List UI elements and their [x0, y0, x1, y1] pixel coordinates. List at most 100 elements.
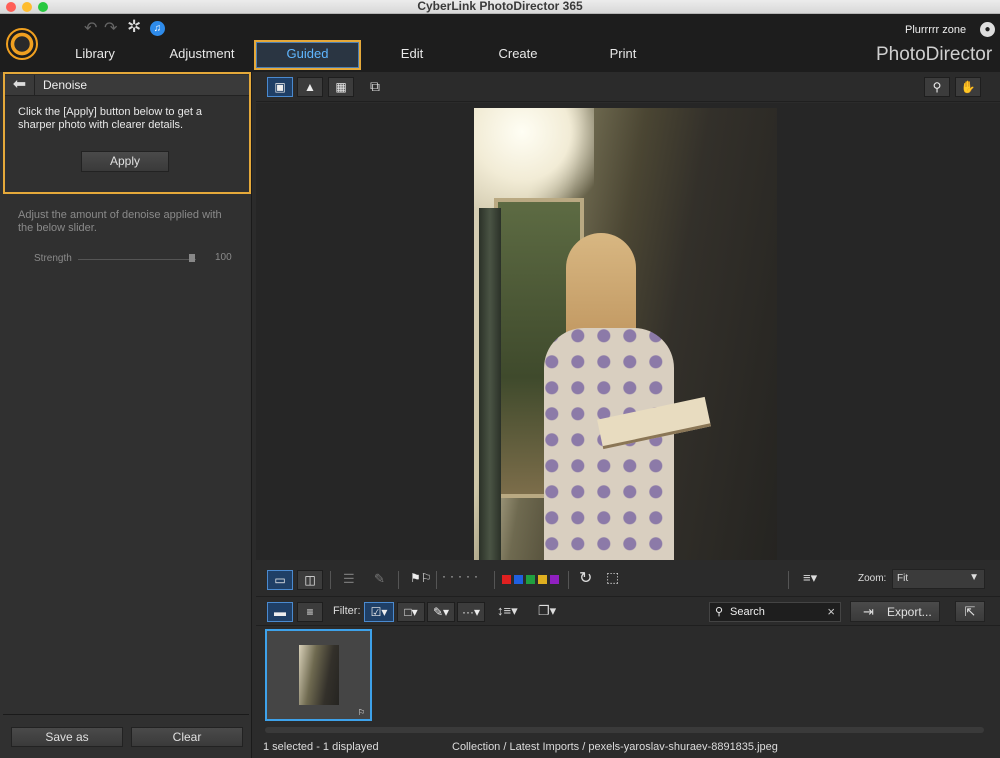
strength-slider-handle[interactable]: [189, 254, 195, 262]
clear-search-icon[interactable]: ×: [827, 604, 835, 619]
image-toolbar: ▭ ◫ ☰ ✎ ⚑⚐ ····· ↻ ⬚ ≡▾ Zoom: Fit ▼: [256, 566, 1000, 594]
filter-label: Filter:: [333, 605, 361, 617]
crop-info-icon[interactable]: ⬚: [606, 569, 619, 586]
app-logo[interactable]: [6, 28, 38, 60]
filmstrip-icon: ▬: [274, 605, 286, 619]
single-view-button[interactable]: ▣: [267, 77, 293, 97]
toolbar-separator: [568, 571, 569, 589]
tab-adjustment[interactable]: Adjustment: [160, 40, 244, 68]
top-bar: ↶ ↷ ✲ ♫ Library Adjustment Guided Edit C…: [0, 14, 1000, 72]
strength-slider-track[interactable]: [78, 259, 196, 260]
search-icon: ⚲: [715, 606, 724, 618]
thumbnail-selected[interactable]: ⚐: [265, 629, 372, 721]
window-title: CyberLink PhotoDirector 365: [417, 0, 583, 13]
filmstrip-scrollbar[interactable]: [265, 727, 984, 733]
toolbar-separator: [788, 571, 789, 589]
flag-icon[interactable]: ⚑⚐: [410, 571, 432, 585]
curtain: [479, 208, 501, 560]
apply-button[interactable]: Apply: [81, 151, 169, 172]
color-label-yellow[interactable]: [538, 575, 547, 584]
tab-print[interactable]: Print: [598, 40, 648, 68]
brand-wordmark: PhotoDirector: [876, 44, 993, 65]
main-photo[interactable]: [474, 108, 777, 560]
pan-hand-button[interactable]: ✋: [955, 77, 981, 97]
zoom-label: Zoom:: [858, 573, 887, 584]
square-icon: □▾: [404, 605, 418, 619]
sort-order-icon[interactable]: ↕≡▾: [497, 603, 518, 619]
search-input[interactable]: ⚲ Search ×: [709, 602, 841, 622]
search-icon: ⚲: [932, 80, 942, 94]
color-label-blue[interactable]: [514, 575, 523, 584]
save-as-button[interactable]: Save as: [11, 727, 123, 747]
second-display-icon[interactable]: ⧉: [370, 78, 380, 95]
account-icon[interactable]: ●: [980, 22, 995, 37]
tab-guided[interactable]: Guided: [254, 40, 361, 70]
color-label-purple[interactable]: [550, 575, 559, 584]
status-bar: 1 selected - 1 displayed Collection / La…: [256, 738, 1000, 758]
filter-rating-button[interactable]: ···▾: [457, 602, 485, 622]
panel-instructions: Click the [Apply] button below to get a …: [18, 106, 203, 131]
filmstrip: ⚐: [256, 627, 1000, 737]
notification-bell-icon[interactable]: ♫: [150, 21, 165, 36]
hand-icon: ✋: [960, 80, 976, 94]
filter-edited-button[interactable]: ✎▾: [427, 602, 455, 622]
strength-label: Strength: [34, 253, 72, 264]
dual-layout-button[interactable]: ◫: [297, 570, 323, 590]
clear-button[interactable]: Clear: [131, 727, 243, 747]
magnifier-button[interactable]: ⚲: [924, 77, 950, 97]
back-arrow-icon[interactable]: ⬅: [5, 75, 35, 96]
toolbar-separator: [398, 571, 399, 589]
color-label-green[interactable]: [526, 575, 535, 584]
thumbnail-flag-icon: ⚐: [357, 708, 365, 717]
image-icon: ▲: [304, 80, 316, 94]
list-icon: ≡: [306, 605, 314, 619]
single-image-icon: ▣: [274, 80, 286, 94]
sort-icon[interactable]: ≡▾: [803, 570, 817, 586]
star-rating[interactable]: ·····: [442, 569, 482, 583]
toolbar-separator: [330, 571, 331, 589]
dual-layout-icon: ◫: [304, 573, 316, 587]
pencil-icon: ✎▾: [432, 605, 450, 619]
selection-status: 1 selected - 1 displayed: [263, 741, 379, 753]
rotate-icon[interactable]: ↻: [579, 568, 592, 588]
filmstrip-view-button[interactable]: ▬: [267, 602, 293, 622]
bottom-bar: [3, 714, 249, 715]
tab-edit[interactable]: Edit: [385, 40, 439, 68]
zoom-select[interactable]: Fit ▼: [892, 569, 985, 589]
title-bar: CyberLink PhotoDirector 365: [0, 0, 1000, 14]
tab-guided-label: Guided: [256, 42, 359, 68]
tab-library[interactable]: Library: [60, 40, 130, 68]
export-icon: ⇥: [863, 604, 874, 619]
panel-description: Adjust the amount of denoise applied wit…: [18, 209, 222, 234]
stack-layers-icon[interactable]: ❐▾: [538, 603, 556, 619]
view-toolbar: ▣ ▲ ▦ ⧉ ⚲ ✋: [256, 72, 1000, 102]
toolbar-separator: [436, 571, 437, 589]
more-icon: ···▾: [461, 605, 480, 619]
undo-icon[interactable]: ↶: [84, 18, 97, 38]
chevron-down-icon: ▼: [969, 572, 979, 583]
filter-unchecked-button[interactable]: □▾: [397, 602, 425, 622]
toolbar-separator: [494, 571, 495, 589]
color-label-red[interactable]: [502, 575, 511, 584]
list-view-button[interactable]: ≡: [297, 602, 323, 622]
grid-view-button[interactable]: ▦: [328, 77, 354, 97]
guided-left-panel: ⬅ Denoise Click the [Apply] button below…: [0, 72, 252, 758]
redo-icon[interactable]: ↷: [104, 18, 117, 38]
settings-icon[interactable]: ✲: [127, 17, 141, 37]
open-external-button[interactable]: ⇱: [955, 601, 985, 622]
color-labels[interactable]: [502, 575, 566, 585]
tab-create[interactable]: Create: [488, 40, 548, 68]
compare-view-button[interactable]: ▲: [297, 77, 323, 97]
user-name[interactable]: Plurrrrr zone: [905, 24, 966, 36]
thumbnail-image: [299, 645, 339, 705]
strength-value: 100: [215, 252, 232, 263]
stack-icon[interactable]: ☰: [343, 571, 355, 587]
panel-title: Denoise: [43, 78, 88, 92]
pencil-icon[interactable]: ✎: [374, 571, 385, 587]
filter-checked-button[interactable]: ☑▾: [364, 602, 394, 622]
export-button[interactable]: ⇥ Export...: [850, 601, 940, 622]
file-path: Collection / Latest Imports / pexels-yar…: [452, 741, 778, 753]
checkbox-icon: ☑▾: [370, 605, 388, 619]
single-layout-button[interactable]: ▭: [267, 570, 293, 590]
open-external-icon: ⇱: [964, 604, 976, 619]
